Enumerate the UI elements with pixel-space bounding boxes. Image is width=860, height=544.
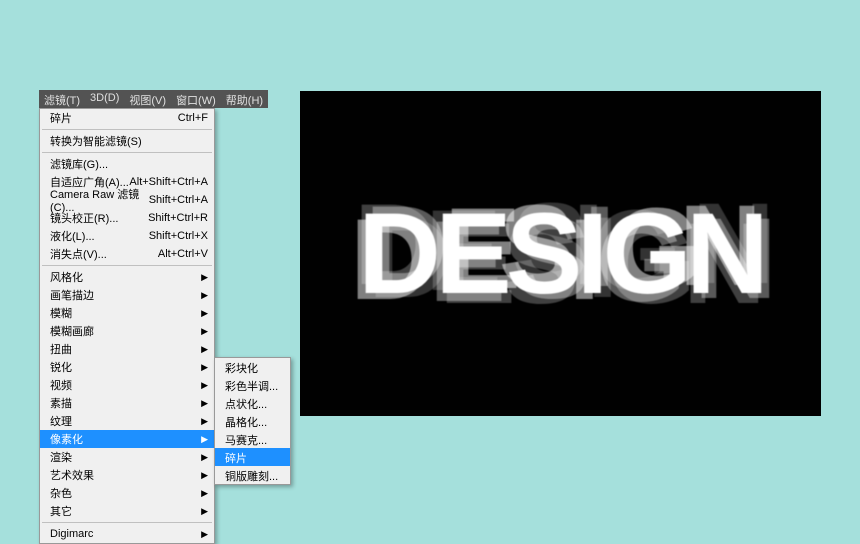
submenu-item-color-halftone[interactable]: 彩色半调... — [215, 376, 290, 394]
separator — [42, 265, 212, 266]
submenu-arrow-icon: ▶ — [201, 434, 208, 445]
menu-item-distort[interactable]: 扭曲▶ — [40, 340, 214, 358]
menu-help[interactable]: 帮助(H) — [221, 90, 268, 108]
submenu-arrow-icon: ▶ — [201, 290, 208, 301]
menu-item-texture[interactable]: 纹理▶ — [40, 412, 214, 430]
canvas-text-design: DESIGN — [358, 188, 763, 320]
separator — [42, 152, 212, 153]
app-menubar: 滤镜(T) 3D(D) 视图(V) 窗口(W) 帮助(H) — [39, 90, 268, 108]
menu-item-other[interactable]: 其它▶ — [40, 502, 214, 520]
menu-item-brush-strokes[interactable]: 画笔描边▶ — [40, 286, 214, 304]
menu-item-artistic[interactable]: 艺术效果▶ — [40, 466, 214, 484]
menu-item-sketch[interactable]: 素描▶ — [40, 394, 214, 412]
menu-window[interactable]: 窗口(W) — [171, 90, 221, 108]
submenu-arrow-icon: ▶ — [201, 362, 208, 373]
submenu-arrow-icon: ▶ — [201, 326, 208, 337]
submenu-arrow-icon: ▶ — [201, 380, 208, 391]
submenu-item-mezzotint[interactable]: 铜版雕刻... — [215, 466, 290, 484]
submenu-item-fragment[interactable]: 碎片 — [215, 448, 290, 466]
submenu-arrow-icon: ▶ — [201, 398, 208, 409]
menu-item-noise[interactable]: 杂色▶ — [40, 484, 214, 502]
separator — [42, 129, 212, 130]
menu-item-pixelate[interactable]: 像素化▶ — [40, 430, 214, 448]
submenu-item-crystallize[interactable]: 晶格化... — [215, 412, 290, 430]
menu-item-liquify[interactable]: 液化(L)...Shift+Ctrl+X — [40, 227, 214, 245]
submenu-item-color-blocks[interactable]: 彩块化 — [215, 358, 290, 376]
separator — [42, 522, 212, 523]
menu-item-stylize[interactable]: 风格化▶ — [40, 268, 214, 286]
submenu-arrow-icon: ▶ — [201, 308, 208, 319]
menu-item-digimarc[interactable]: Digimarc▶ — [40, 525, 214, 543]
menu-item-sharpen[interactable]: 锐化▶ — [40, 358, 214, 376]
menu-item-filter-gallery[interactable]: 滤镜库(G)... — [40, 155, 214, 173]
menu-item-render[interactable]: 渲染▶ — [40, 448, 214, 466]
menu-item-lens-correction[interactable]: 镜头校正(R)...Shift+Ctrl+R — [40, 209, 214, 227]
submenu-item-pointillize[interactable]: 点状化... — [215, 394, 290, 412]
menu-item-blur[interactable]: 模糊▶ — [40, 304, 214, 322]
document-canvas: DESIGN — [300, 91, 821, 416]
menu-item-blur-gallery[interactable]: 模糊画廊▶ — [40, 322, 214, 340]
submenu-arrow-icon: ▶ — [201, 452, 208, 463]
pixelate-submenu: 彩块化 彩色半调... 点状化... 晶格化... 马赛克... 碎片 铜版雕刻… — [214, 357, 291, 485]
menu-item-recent-filter[interactable]: 碎片Ctrl+F — [40, 109, 214, 127]
submenu-arrow-icon: ▶ — [201, 470, 208, 481]
menu-item-camera-raw[interactable]: Camera Raw 滤镜(C)...Shift+Ctrl+A — [40, 191, 214, 209]
menu-item-vanishing-point[interactable]: 消失点(V)...Alt+Ctrl+V — [40, 245, 214, 263]
submenu-arrow-icon: ▶ — [201, 506, 208, 517]
submenu-item-mosaic[interactable]: 马赛克... — [215, 430, 290, 448]
menu-item-video[interactable]: 视频▶ — [40, 376, 214, 394]
menu-view[interactable]: 视图(V) — [124, 90, 171, 108]
filter-menu: 碎片Ctrl+F 转换为智能滤镜(S) 滤镜库(G)... 自适应广角(A)..… — [39, 108, 215, 544]
menu-item-convert-smart[interactable]: 转换为智能滤镜(S) — [40, 132, 214, 150]
menu-3d[interactable]: 3D(D) — [85, 90, 124, 108]
menu-filter[interactable]: 滤镜(T) — [39, 90, 85, 108]
submenu-arrow-icon: ▶ — [201, 344, 208, 355]
submenu-arrow-icon: ▶ — [201, 488, 208, 499]
submenu-arrow-icon: ▶ — [201, 272, 208, 283]
submenu-arrow-icon: ▶ — [201, 416, 208, 427]
